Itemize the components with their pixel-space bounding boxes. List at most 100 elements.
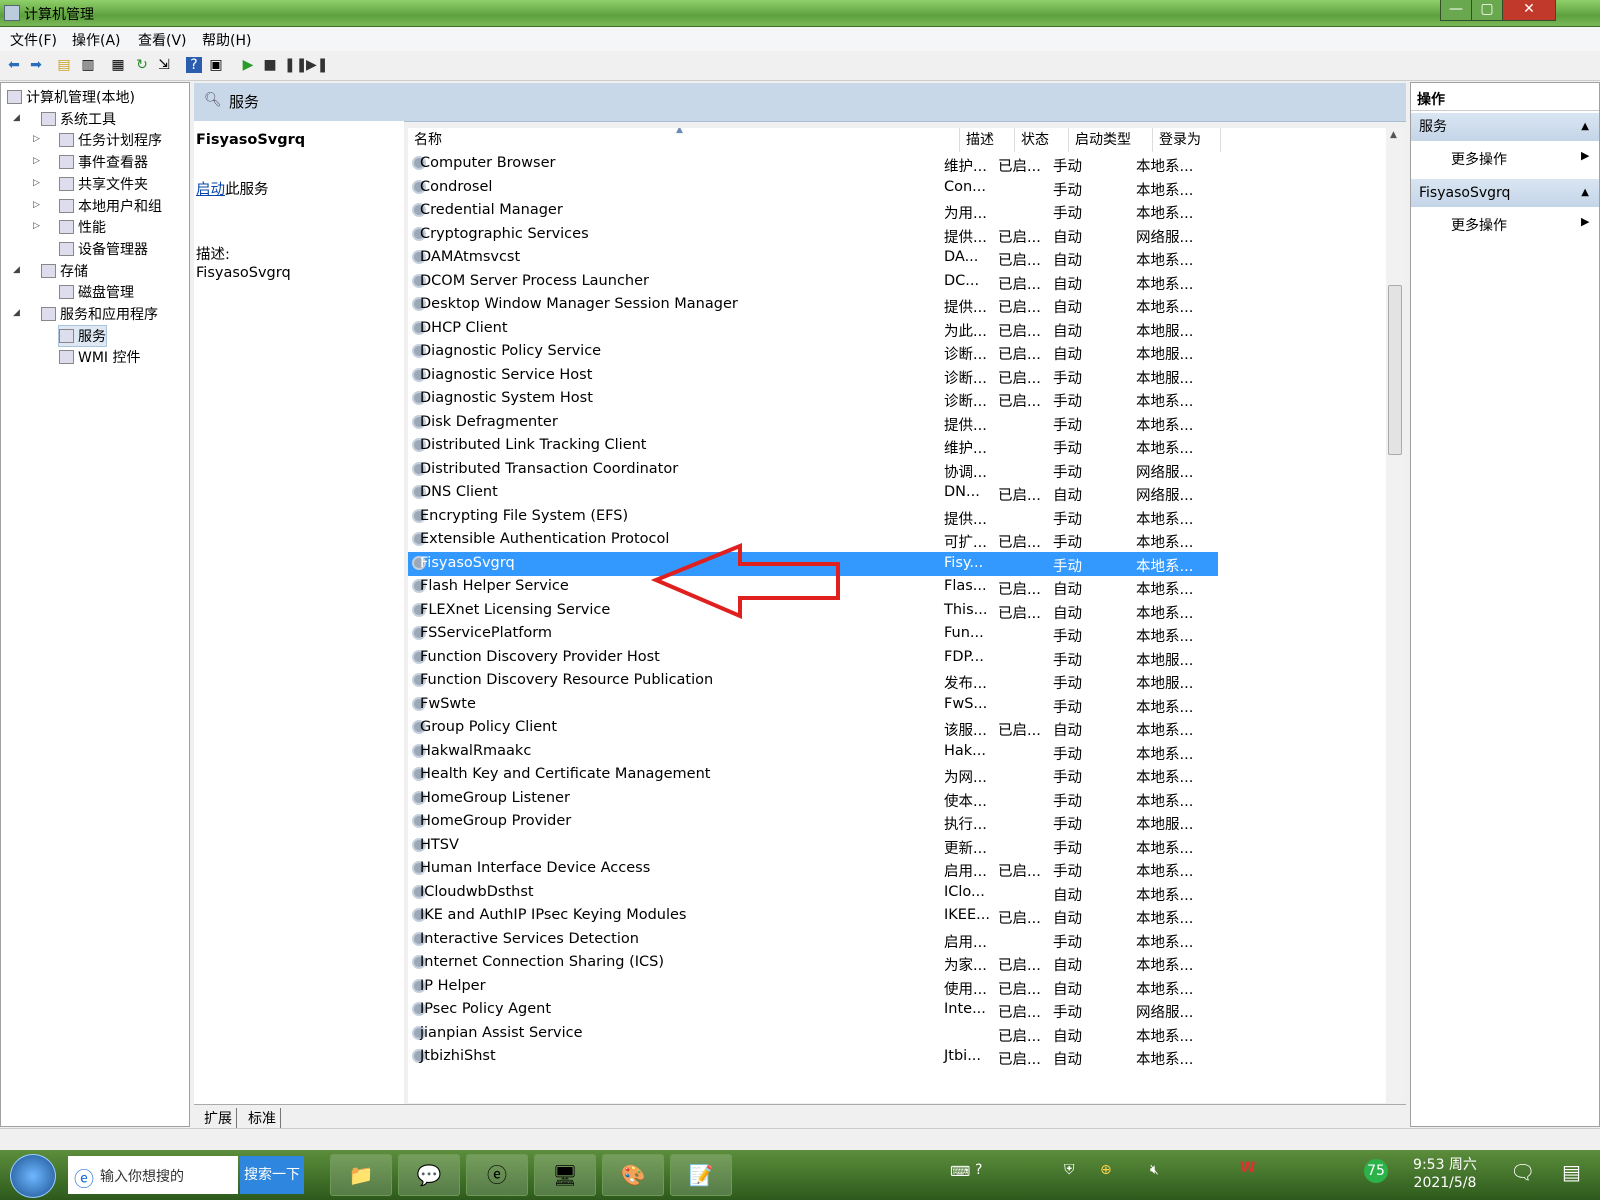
show-hide-tree-icon[interactable]: ▥	[80, 57, 96, 73]
minimize-button[interactable]: —	[1440, 0, 1472, 21]
stop-service-icon[interactable]: ■	[262, 57, 278, 73]
tree-item[interactable]: 存储	[41, 261, 88, 281]
service-row[interactable]: Internet Connection Sharing (ICS) 为家... 已启…	[408, 951, 1218, 975]
computer-management-task-icon[interactable]: 🖥	[534, 1154, 596, 1196]
start-button[interactable]	[10, 1154, 56, 1198]
scroll-up-icon[interactable]: ▲	[1390, 130, 1397, 140]
tree-expander-icon[interactable]: ◢	[13, 308, 20, 318]
tree-expander-icon[interactable]: ▷	[33, 221, 40, 231]
tree-expander-icon[interactable]: ▷	[33, 178, 40, 188]
service-row[interactable]: IKE and AuthIP IPsec Keying Modules IKEE.…	[408, 904, 1218, 928]
tree-item[interactable]: 系统工具	[41, 109, 116, 129]
paint-icon[interactable]: 🎨	[602, 1154, 664, 1196]
service-row[interactable]: Function Discovery Resource Publication 发…	[408, 669, 1218, 693]
shield-icon[interactable]: ⛨	[1064, 1162, 1075, 1178]
start-service-link[interactable]: 启动	[196, 182, 225, 198]
tree-item[interactable]: 计算机管理(本地)	[7, 87, 135, 107]
service-row[interactable]: Human Interface Device Access 启用... 已启... 手…	[408, 857, 1218, 881]
tree-item[interactable]: 共享文件夹	[59, 174, 148, 194]
service-row[interactable]: FwSwte FwS... 手动 本地系...	[408, 693, 1218, 717]
actions-section-services[interactable]: 服务 ▲	[1411, 113, 1599, 141]
service-row[interactable]: jianpian Assist Service 已启... 自动 本地系...	[408, 1022, 1218, 1046]
tree-expander-icon[interactable]: ▷	[33, 134, 40, 144]
volume-muted-icon[interactable]: 🔇︎	[1150, 1162, 1159, 1178]
service-row[interactable]: FSServicePlatform Fun... 手动 本地系...	[408, 622, 1218, 646]
tree-item[interactable]: 性能	[59, 217, 106, 237]
maximize-button[interactable]: ▢	[1471, 0, 1503, 21]
wps-icon[interactable]: W	[1240, 1160, 1255, 1176]
scrollbar-thumb[interactable]	[1388, 285, 1402, 455]
tree-expander-icon[interactable]: ◢	[13, 265, 20, 275]
help-icon[interactable]: ?	[186, 57, 202, 73]
service-row[interactable]: JtbizhiShst Jtbi... 已启... 自动 本地系...	[408, 1045, 1218, 1069]
service-row[interactable]: Condrosel Con... 手动 本地系...	[408, 176, 1218, 200]
security-score-badge[interactable]: 75	[1364, 1159, 1388, 1183]
service-row[interactable]: Encrypting File System (EFS) 提供... 手动 本地系..…	[408, 505, 1218, 529]
menu-help[interactable]: 帮助(H)	[202, 30, 251, 50]
service-row[interactable]: Distributed Transaction Coordinator 协调...…	[408, 458, 1218, 482]
help-tray-icon[interactable]: ?	[975, 1162, 982, 1178]
menu-view[interactable]: 查看(V)	[138, 30, 187, 50]
menu-action[interactable]: 操作(A)	[72, 30, 121, 50]
tree-item[interactable]: 本地用户和组	[59, 196, 162, 216]
service-row[interactable]: DHCP Client 为此... 已启... 自动 本地服...	[408, 317, 1218, 341]
wechat-icon[interactable]: 💬	[398, 1154, 460, 1196]
title-bar[interactable]: 计算机管理 — ▢ ✕	[0, 0, 1600, 27]
collapse-icon[interactable]: ▲	[1581, 113, 1589, 141]
service-row[interactable]: ICloudwbDsthst IClo... 自动 本地系...	[408, 881, 1218, 905]
service-row[interactable]: Credential Manager 为用... 手动 本地系...	[408, 199, 1218, 223]
tree-item[interactable]: 磁盘管理	[59, 282, 134, 302]
service-row[interactable]: DAMAtmsvcst DA... 已启... 自动 本地系...	[408, 246, 1218, 270]
action-pane-icon[interactable]: ▣	[208, 57, 224, 73]
actions-section-selected[interactable]: FisyasoSvgrq ▲	[1411, 179, 1599, 207]
service-row[interactable]: Function Discovery Provider Host FDP... 手动…	[408, 646, 1218, 670]
vertical-scrollbar[interactable]: ▲	[1386, 128, 1404, 1103]
service-row[interactable]: HakwalRmaakc Hak... 手动 本地系...	[408, 740, 1218, 764]
tab-standard[interactable]: 标准	[244, 1108, 281, 1128]
service-row[interactable]: Diagnostic System Host 诊断... 已启... 手动 本地系...	[408, 387, 1218, 411]
restart-service-icon[interactable]: ▶❚	[306, 57, 329, 73]
more-actions-services[interactable]: 更多操作	[1451, 149, 1507, 169]
service-row[interactable]: Computer Browser 维护... 已启... 手动 本地系...	[408, 152, 1218, 176]
tree-item[interactable]: 任务计划程序	[59, 130, 162, 150]
tab-extended[interactable]: 扩展	[200, 1108, 237, 1128]
services-list[interactable]: 名称 ▲ 描述 状态 启动类型 登录为 Computer Browser 维护..…	[408, 128, 1386, 1103]
service-row[interactable]: Diagnostic Service Host 诊断... 已启... 手动 本地服..…	[408, 364, 1218, 388]
taskbar-search-input[interactable]: ⓔ 输入你想搜的	[68, 1156, 238, 1194]
notepad-icon[interactable]: 📝	[670, 1154, 732, 1196]
back-icon[interactable]: ⬅	[6, 57, 22, 73]
close-button[interactable]: ✕	[1502, 0, 1556, 21]
service-row[interactable]: Desktop Window Manager Session Manager 提供…	[408, 293, 1218, 317]
notification-icon[interactable]: 🗨	[1510, 1160, 1535, 1184]
tree-expander-icon[interactable]: ▷	[33, 156, 40, 166]
column-header-startup[interactable]: 启动类型	[1069, 128, 1153, 152]
service-row[interactable]: Diagnostic Policy Service 诊断... 已启... 自动 本地服…	[408, 340, 1218, 364]
service-row[interactable]: DCOM Server Process Launcher DC... 已启... 自动…	[408, 270, 1218, 294]
plus-tray-icon[interactable]: ⊕	[1100, 1162, 1112, 1178]
start-service-icon[interactable]: ▶	[240, 57, 256, 73]
taskbar-search-button[interactable]: 搜索一下	[240, 1156, 304, 1194]
service-row[interactable]: DNS Client DN... 已启... 自动 网络服...	[408, 481, 1218, 505]
column-header-name[interactable]: 名称	[408, 128, 960, 152]
collapse-icon[interactable]: ▲	[1581, 179, 1589, 207]
tree-item[interactable]: 服务	[58, 324, 107, 347]
tree-item[interactable]: 设备管理器	[59, 239, 148, 259]
service-row[interactable]: HomeGroup Listener 使本... 手动 本地系...	[408, 787, 1218, 811]
browser-icon[interactable]: ⓔ	[466, 1154, 528, 1196]
service-row[interactable]: Distributed Link Tracking Client 维护... 手动 本…	[408, 434, 1218, 458]
service-row[interactable]: HomeGroup Provider 执行... 手动 本地服...	[408, 810, 1218, 834]
pause-service-icon[interactable]: ❚❚	[284, 57, 307, 73]
export-list-icon[interactable]: ⇲	[156, 57, 172, 73]
service-row[interactable]: Group Policy Client 该服... 已启... 自动 本地系...	[408, 716, 1218, 740]
clock[interactable]: 9:53 周六 2021/5/8	[1405, 1156, 1485, 1192]
column-header-desc[interactable]: 描述	[960, 128, 1015, 152]
service-row[interactable]: Health Key and Certificate Management 为网.…	[408, 763, 1218, 787]
service-row[interactable]: Interactive Services Detection 启用... 手动 本地系…	[408, 928, 1218, 952]
service-row[interactable]: Disk Defragmenter 提供... 手动 本地系...	[408, 411, 1218, 435]
column-header-status[interactable]: 状态	[1015, 128, 1069, 152]
keyboard-icon[interactable]: ⌨	[950, 1164, 970, 1180]
service-row[interactable]: Cryptographic Services 提供... 已启... 自动 网络服...	[408, 223, 1218, 247]
up-folder-icon[interactable]: ▤	[56, 57, 72, 73]
show-desktop-icon[interactable]: ▤	[1562, 1160, 1581, 1184]
tree-item[interactable]: 服务和应用程序	[41, 304, 158, 324]
